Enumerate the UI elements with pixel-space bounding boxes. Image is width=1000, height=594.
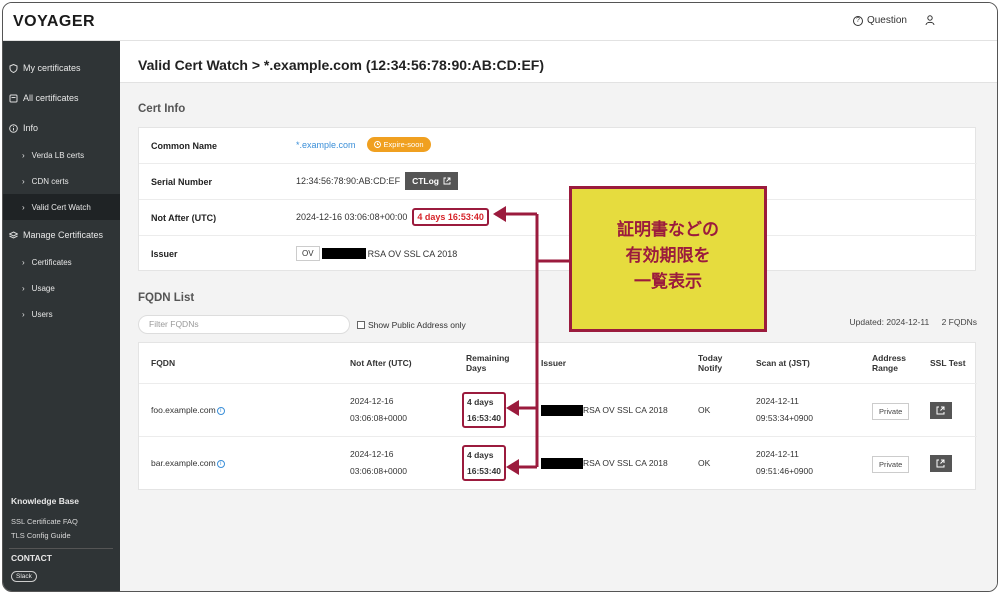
annotation-line: 一覧表示 — [634, 272, 702, 291]
app-window: VOYAGER ? Question My certificates All c… — [2, 2, 998, 592]
annotation-callout: 証明書などの 有効期限を 一覧表示 — [569, 186, 767, 332]
annotation-line: 証明書などの — [617, 220, 719, 239]
annotation-line: 有効期限を — [625, 246, 711, 265]
annotation-arrows — [493, 206, 569, 475]
